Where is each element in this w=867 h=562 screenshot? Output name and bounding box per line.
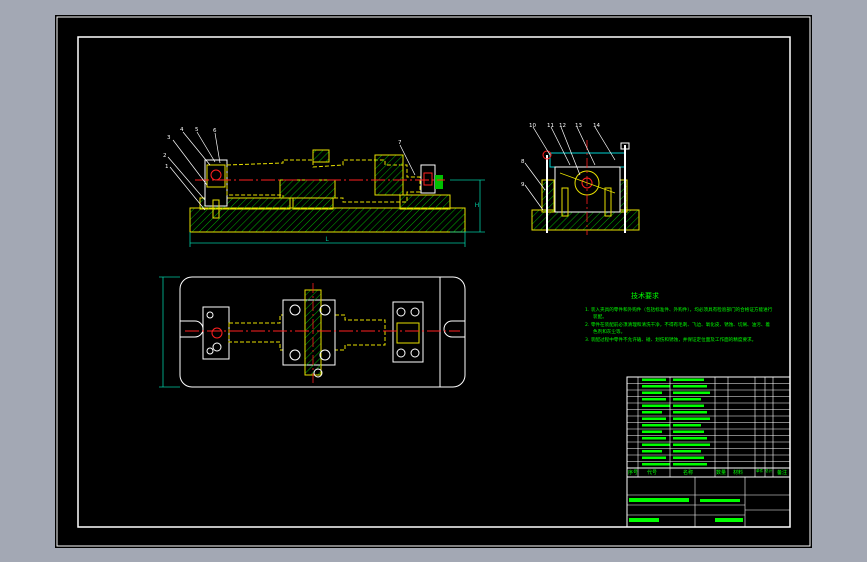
bom-row-text-placeholder <box>642 463 670 466</box>
balloon-side-9: 9 <box>521 182 525 188</box>
front-part-balloons: 1 2 3 4 5 6 7 <box>163 127 402 170</box>
balloon-front-3: 3 <box>167 135 171 141</box>
bom-header-total: 总计 <box>765 468 773 473</box>
bom-row-text-placeholder <box>673 411 707 414</box>
bom-row-text-placeholder <box>642 417 666 420</box>
balloon-front-2: 2 <box>163 153 167 159</box>
tech-req-line-5: 3. 装配过程中零件不允许磕、碰、划伤和锈蚀，并保证定位面及工作面的精度要求。 <box>585 336 756 343</box>
bom-row-text-placeholder <box>673 424 701 427</box>
side-top-bar <box>549 152 626 168</box>
bom-row-text-placeholder <box>642 456 666 459</box>
side-base <box>531 209 640 231</box>
balloon-front-7: 7 <box>398 140 402 146</box>
balloon-side-13: 13 <box>575 123 582 129</box>
bom-row-text-placeholder <box>642 450 662 453</box>
cad-drawing-canvas: L H 1 2 3 4 5 6 7 8 9 10 11 12 13 14 技术要… <box>56 16 811 547</box>
tech-req-line-2: 装配。 <box>593 313 607 320</box>
bom-row-text-placeholder <box>673 450 701 453</box>
bom-row-text-placeholder <box>642 385 670 388</box>
drawing-sheet: L H 1 2 3 4 5 6 7 8 9 10 11 12 13 14 技术要… <box>55 15 812 548</box>
balloon-front-4: 4 <box>180 127 184 133</box>
bom-row-text-placeholder <box>642 424 670 427</box>
side-view: 8 9 10 11 12 13 14 <box>521 123 640 235</box>
tech-req-line-1: 1. 装入夹具的零件和外购件（包括标准件、外购件），均必须具有检验部门的合格证方… <box>585 306 773 313</box>
title-block: 序号 代号 名称 数量 材料 单件 总计 备注 <box>626 376 791 528</box>
balloon-side-8: 8 <box>521 159 525 165</box>
bom-row-text-placeholder <box>642 398 666 401</box>
height-dimension-text: H <box>475 202 480 209</box>
base-plate <box>189 207 466 233</box>
bom-row-text-placeholder <box>642 411 662 414</box>
balloon-front-6: 6 <box>213 128 217 134</box>
bom-header-material: 材料 <box>733 469 743 476</box>
balloon-side-14: 14 <box>593 123 600 129</box>
bom-row-text-placeholder <box>673 404 704 407</box>
bom-row-text-placeholder <box>673 378 704 381</box>
bom-header-name: 名称 <box>683 469 693 476</box>
bom-header-no: 序号 <box>628 469 638 476</box>
balloon-front-1: 1 <box>165 164 169 170</box>
left-support <box>204 159 228 207</box>
bom-row-text-placeholder <box>642 404 670 407</box>
bom-row-text-placeholder <box>673 417 710 420</box>
bom-row-text-placeholder <box>673 437 707 440</box>
tech-req-line-4: 色剂和灰尘等。 <box>593 328 625 335</box>
bom-row-text-placeholder <box>673 456 704 459</box>
bom-header: 序号 代号 名称 数量 材料 单件 总计 备注 <box>628 468 787 476</box>
bom-row-text-placeholder <box>642 443 670 446</box>
bom-row-text-placeholder <box>673 398 701 401</box>
bom-row-text-placeholder <box>642 378 666 381</box>
tech-requirements-title: 技术要求 <box>631 291 659 300</box>
bom-row-text-placeholder <box>673 443 710 446</box>
bom-row-text-placeholder <box>673 391 710 394</box>
bom-row-text-placeholder <box>673 430 704 433</box>
bom-header-unit: 单件 <box>756 468 764 473</box>
front-view: L H 1 2 3 4 5 6 7 <box>163 127 485 247</box>
bom-header-remarks: 备注 <box>777 469 787 476</box>
bom-row-text-placeholder <box>642 437 666 440</box>
bom-row-text-placeholder <box>642 430 662 433</box>
right-clamp <box>420 164 436 194</box>
balloon-side-11: 11 <box>547 123 554 129</box>
bom-header-qty: 数量 <box>716 469 726 476</box>
top-view <box>159 276 466 388</box>
bom-header-code: 代号 <box>647 469 657 476</box>
bom-row-text-placeholder <box>673 463 707 466</box>
balloon-side-10: 10 <box>529 123 536 129</box>
technical-requirements: 技术要求 1. 装入夹具的零件和外购件（包括标准件、外购件），均必须具有检验部门… <box>585 291 773 343</box>
bom-row-text-placeholder <box>673 385 707 388</box>
tech-req-line-3: 2. 零件在装配前必须清理和清洗干净，不得有毛刺、飞边、氧化皮、锈蚀、切屑、油污… <box>585 321 770 328</box>
bom-row-text-placeholder <box>642 391 662 394</box>
length-dimension-text: L <box>325 236 329 243</box>
balloon-side-12: 12 <box>559 123 566 129</box>
balloon-front-5: 5 <box>195 127 199 133</box>
